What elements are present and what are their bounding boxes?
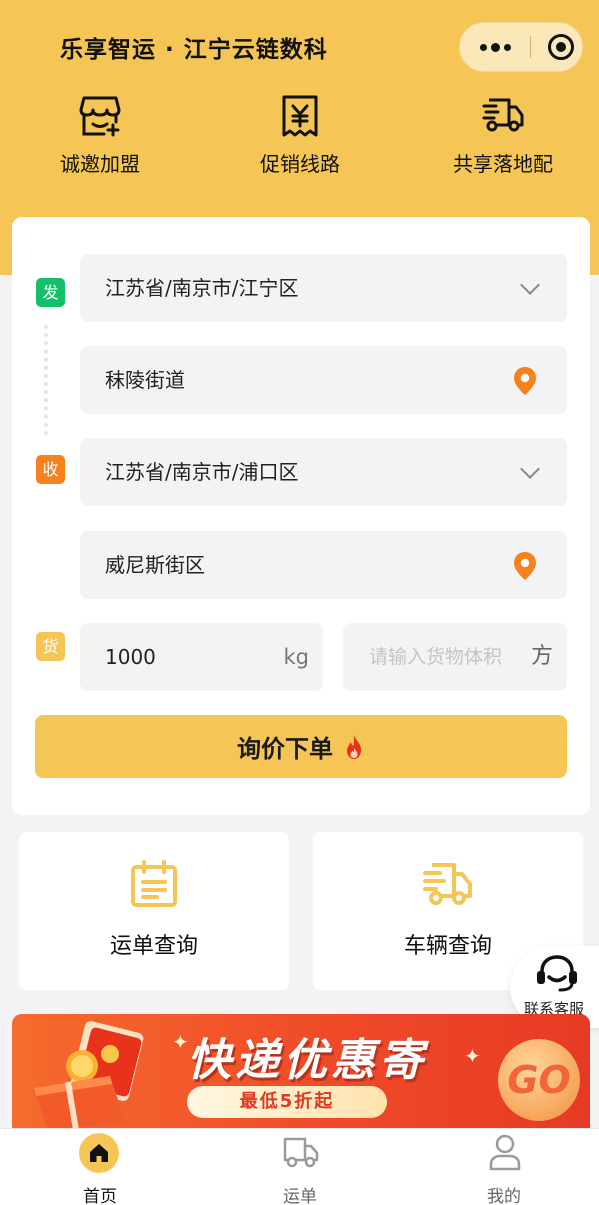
tab-home-label: 首页 xyxy=(83,1187,117,1205)
storefront-plus-icon xyxy=(79,96,121,137)
from-region-select[interactable]: 江苏省/南京市/江宁区 xyxy=(80,254,567,322)
user-icon xyxy=(489,1134,521,1171)
bottom-tab-bar: 首页 运单 我的 xyxy=(0,1128,599,1205)
quick-action-promo-routes[interactable]: 促销线路 xyxy=(200,94,400,177)
truck-icon xyxy=(283,1137,319,1168)
headset-icon xyxy=(537,955,577,992)
quick-action-join[interactable]: 诚邀加盟 xyxy=(0,94,200,177)
mini-program-capsule xyxy=(459,22,583,72)
tab-home[interactable]: 首页 xyxy=(0,1129,200,1205)
volume-input[interactable]: 请输入货物体积 方 xyxy=(343,623,567,691)
express-promo-banner[interactable]: ✦ ✦ 快递优惠寄 最低5折起 GO xyxy=(12,1014,590,1128)
banner-subtitle: 最低5折起 xyxy=(187,1086,387,1118)
quote-order-button[interactable]: 询价下单 xyxy=(35,715,567,778)
to-region-value: 江苏省/南京市/浦口区 xyxy=(105,460,299,484)
delivery-truck-icon xyxy=(482,98,524,132)
route-connector xyxy=(44,325,48,435)
home-icon xyxy=(79,1133,119,1173)
chevron-down-icon xyxy=(520,275,540,295)
waybill-query-label: 运单查询 xyxy=(109,934,198,959)
quick-action-label: 共享落地配 xyxy=(453,152,553,176)
to-tag: 收 xyxy=(36,455,65,484)
tab-waybill-label: 运单 xyxy=(283,1187,317,1205)
banner-go-button[interactable]: GO xyxy=(498,1039,580,1121)
tab-profile-label: 我的 xyxy=(487,1187,521,1205)
truck-icon xyxy=(423,863,472,905)
from-region-value: 江苏省/南京市/江宁区 xyxy=(105,276,299,300)
flame-icon xyxy=(347,734,361,759)
banner-title: 快递优惠寄 xyxy=(187,1035,427,1086)
quick-action-shared-delivery[interactable]: 共享落地配 xyxy=(403,94,599,177)
app-title: 乐享智运 · 江宁云链数科 xyxy=(60,37,328,63)
record-icon[interactable] xyxy=(548,34,574,60)
to-region-select[interactable]: 江苏省/南京市/浦口区 xyxy=(80,438,567,506)
tab-waybill[interactable]: 运单 xyxy=(200,1129,400,1205)
weight-value: 1000 xyxy=(105,645,156,669)
quick-action-label: 促销线路 xyxy=(260,152,340,176)
to-address-field[interactable]: 威尼斯街区 xyxy=(80,531,567,599)
chevron-down-icon xyxy=(520,459,540,479)
cargo-tag: 货 xyxy=(36,632,65,661)
tab-profile[interactable]: 我的 xyxy=(404,1129,599,1205)
location-pin-icon[interactable] xyxy=(513,366,537,396)
weight-unit: kg xyxy=(283,645,310,669)
more-icon[interactable] xyxy=(460,23,530,71)
volume-placeholder: 请输入货物体积 xyxy=(369,646,503,668)
quick-action-label: 诚邀加盟 xyxy=(60,152,140,176)
sparkle-icon: ✦ xyxy=(464,1044,481,1068)
location-pin-icon[interactable] xyxy=(513,551,537,581)
from-address-field[interactable]: 秣陵街道 xyxy=(80,346,567,414)
waybill-query-card[interactable]: 运单查询 xyxy=(19,832,289,990)
clipboard-icon xyxy=(131,860,177,907)
from-tag: 发 xyxy=(36,278,65,307)
red-envelope-icon xyxy=(34,1021,144,1128)
weight-input[interactable]: 1000 kg xyxy=(80,623,323,691)
capsule-divider xyxy=(530,36,531,58)
quote-order-label: 询价下单 xyxy=(237,735,333,763)
from-address-value: 秣陵街道 xyxy=(105,368,185,392)
receipt-yuan-icon xyxy=(282,95,318,137)
to-address-value: 威尼斯街区 xyxy=(105,553,205,577)
volume-unit: 方 xyxy=(530,644,553,669)
